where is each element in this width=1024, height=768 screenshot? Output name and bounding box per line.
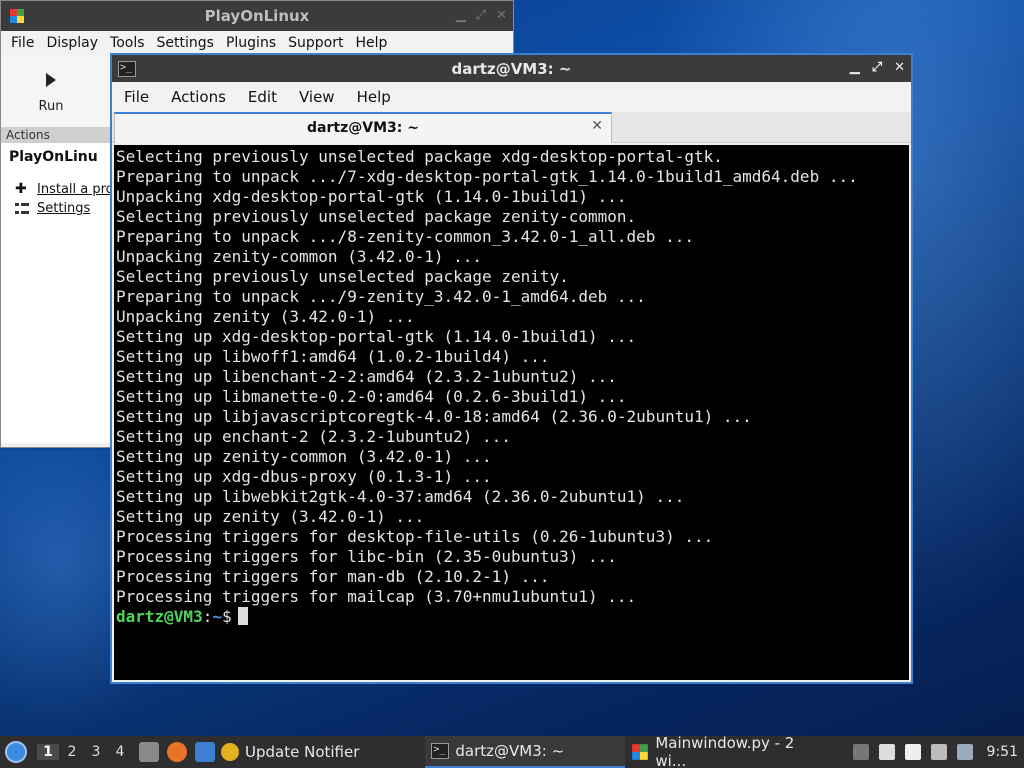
output-line: Unpacking xdg-desktop-portal-gtk (1.14.0… xyxy=(116,187,627,206)
close-tab-icon[interactable]: ✕ xyxy=(591,118,603,134)
menu-help[interactable]: Help xyxy=(349,35,393,51)
menu-help[interactable]: Help xyxy=(351,88,397,106)
output-line: Selecting previously unselected package … xyxy=(116,147,723,166)
output-line: Setting up xdg-dbus-proxy (0.1.3-1) ... xyxy=(116,467,492,486)
output-line: Processing triggers for mailcap (3.70+nm… xyxy=(116,587,637,606)
output-line: Setting up libenchant-2-2:amd64 (2.3.2-1… xyxy=(116,367,617,386)
menu-plugins[interactable]: Plugins xyxy=(220,35,282,51)
task-label: dartz@VM3: ~ xyxy=(455,742,565,760)
desktop-icon[interactable] xyxy=(195,742,215,762)
plus-icon: ✚ xyxy=(15,181,27,197)
terminal-tab[interactable]: dartz@VM3: ~ ✕ xyxy=(114,112,612,143)
output-line: Setting up enchant-2 (2.3.2-1ubuntu2) ..… xyxy=(116,427,511,446)
output-line: Preparing to unpack .../9-zenity_3.42.0-… xyxy=(116,287,646,306)
menu-actions[interactable]: Actions xyxy=(165,88,232,106)
network-icon[interactable] xyxy=(930,744,947,760)
tab-bar: dartz@VM3: ~ ✕ xyxy=(112,112,911,143)
menu-settings[interactable]: Settings xyxy=(151,35,220,51)
run-button[interactable]: Run xyxy=(31,69,71,114)
workspace-1[interactable]: 1 xyxy=(37,744,59,760)
output-line: Preparing to unpack .../7-xdg-desktop-po… xyxy=(116,167,858,186)
start-menu-icon[interactable] xyxy=(5,741,27,763)
system-tray: 9:51 xyxy=(852,736,1024,768)
taskbar: 1 2 3 4 Update Notifier >_ dartz@VM3: ~ … xyxy=(0,734,1024,768)
output-line: Setting up libwoff1:amd64 (1.0.2-1build4… xyxy=(116,347,550,366)
settings-link[interactable]: Settings xyxy=(15,201,90,216)
maximize-icon[interactable]: ⤢ xyxy=(872,60,882,75)
notification-icon[interactable] xyxy=(956,744,973,760)
prompt-user: dartz@VM3 xyxy=(116,607,203,626)
output-line: Setting up zenity (3.42.0-1) ... xyxy=(116,507,425,526)
clipboard-icon[interactable] xyxy=(904,744,921,760)
task-terminal[interactable]: >_ dartz@VM3: ~ xyxy=(425,736,626,768)
playonlinux-icon xyxy=(632,744,649,760)
minimize-icon[interactable]: ▁ xyxy=(850,60,860,75)
terminal-icon: >_ xyxy=(431,743,450,759)
prompt-line[interactable]: dartz@VM3:~$ xyxy=(116,607,907,627)
terminal-titlebar[interactable]: >_ dartz@VM3: ~ ▁ ⤢ ✕ xyxy=(112,55,911,82)
task-update-notifier[interactable]: Update Notifier xyxy=(215,736,365,768)
file-manager-icon[interactable] xyxy=(139,742,159,762)
window-title: PlayOnLinux xyxy=(204,7,310,25)
install-link[interactable]: ✚ Install a pro xyxy=(15,181,114,197)
output-line: Processing triggers for desktop-file-uti… xyxy=(116,527,714,546)
install-link-label: Install a pro xyxy=(37,181,114,197)
task-label: Update Notifier xyxy=(245,743,360,761)
prompt-symbol: $ xyxy=(221,607,232,626)
prompt-path: ~ xyxy=(212,607,222,626)
output-line: Setting up libwebkit2gtk-4.0-37:amd64 (2… xyxy=(116,487,685,506)
playonlinux-titlebar[interactable]: PlayOnLinux ▁ ⤢ ✕ xyxy=(1,1,513,31)
menu-support[interactable]: Support xyxy=(282,35,349,51)
menu-tools[interactable]: Tools xyxy=(104,35,151,51)
menu-file[interactable]: File xyxy=(118,88,155,106)
volume-icon[interactable] xyxy=(878,744,895,760)
playonlinux-menubar: File Display Tools Settings Plugins Supp… xyxy=(1,31,513,55)
task-label: Mainwindow.py - 2 wi... xyxy=(655,734,795,768)
workspace-3[interactable]: 3 xyxy=(85,744,107,760)
sidebar-title: PlayOnLinu xyxy=(9,149,98,165)
output-line: Selecting previously unselected package … xyxy=(116,267,569,286)
output-line: Processing triggers for libc-bin (2.35-0… xyxy=(116,547,617,566)
window-title: dartz@VM3: ~ xyxy=(451,59,572,78)
prompt-separator: : xyxy=(202,607,213,626)
menu-view[interactable]: View xyxy=(293,88,341,106)
firefox-icon[interactable] xyxy=(167,742,187,762)
terminal-output[interactable]: Selecting previously unselected package … xyxy=(114,145,909,680)
output-line: Preparing to unpack .../8-zenity-common_… xyxy=(116,227,694,246)
workspace-4[interactable]: 4 xyxy=(109,744,131,760)
upload-icon[interactable] xyxy=(852,744,869,760)
settings-link-label: Settings xyxy=(37,201,91,216)
list-icon xyxy=(15,203,29,214)
task-mainwindow[interactable]: Mainwindow.py - 2 wi... xyxy=(625,734,835,768)
update-notifier-icon xyxy=(221,743,239,761)
output-line: Unpacking zenity-common (3.42.0-1) ... xyxy=(116,247,483,266)
close-icon[interactable]: ✕ xyxy=(894,60,905,75)
clock[interactable]: 9:51 xyxy=(987,744,1018,760)
output-line: Processing triggers for man-db (2.10.2-1… xyxy=(116,567,550,586)
play-icon xyxy=(46,73,56,87)
output-line: Setting up libjavascriptcoregtk-4.0-18:a… xyxy=(116,407,752,426)
output-line: Setting up libmanette-0.2-0:amd64 (0.2.6… xyxy=(116,387,627,406)
tab-label: dartz@VM3: ~ xyxy=(307,120,419,136)
menu-edit[interactable]: Edit xyxy=(242,88,283,106)
terminal-menubar: File Actions Edit View Help xyxy=(112,82,911,112)
output-line: Selecting previously unselected package … xyxy=(116,207,637,226)
output-line: Setting up xdg-desktop-portal-gtk (1.14.… xyxy=(116,327,637,346)
minimize-icon[interactable]: ▁ xyxy=(456,8,466,23)
maximize-icon[interactable]: ⤢ xyxy=(476,8,486,23)
run-label: Run xyxy=(38,99,64,114)
workspace-2[interactable]: 2 xyxy=(61,744,83,760)
output-line: Setting up zenity-common (3.42.0-1) ... xyxy=(116,447,492,466)
text-cursor xyxy=(237,607,248,625)
menu-file[interactable]: File xyxy=(5,35,40,51)
menu-display[interactable]: Display xyxy=(40,35,104,51)
terminal-window: >_ dartz@VM3: ~ ▁ ⤢ ✕ File Actions Edit … xyxy=(110,53,913,684)
close-icon[interactable]: ✕ xyxy=(496,8,507,23)
output-line: Unpacking zenity (3.42.0-1) ... xyxy=(116,307,415,326)
